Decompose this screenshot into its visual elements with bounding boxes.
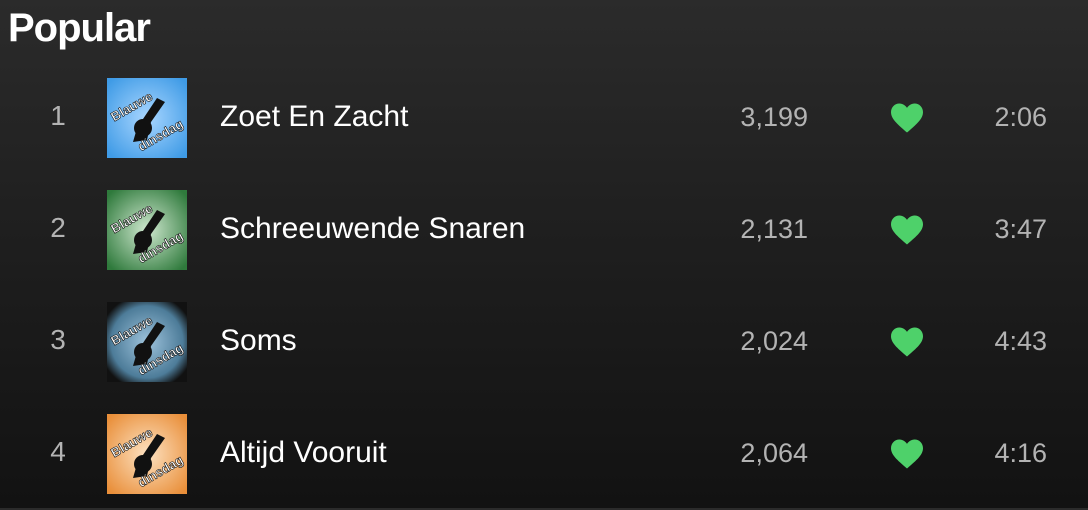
album-cover[interactable]: Blauwe dinsdag xyxy=(107,190,187,270)
track-row[interactable]: 3 Blauwe dinsdag Soms 2,024 4:43 xyxy=(0,286,1088,398)
track-row[interactable]: 4 Blauwe dinsdag Altijd Vooruit 2,064 4:… xyxy=(0,398,1088,510)
track-title[interactable]: Altijd Vooruit xyxy=(220,436,387,470)
album-cover[interactable]: Blauwe dinsdag xyxy=(107,414,187,494)
track-title[interactable]: Zoet En Zacht xyxy=(220,100,408,134)
heart-icon[interactable] xyxy=(889,102,925,134)
track-row[interactable]: 2 Blauwe dinsdag Schreeuwende Snaren 2,1… xyxy=(0,174,1088,286)
track-list: 1 Blauwe dinsdag Zoet En Zacht 3,199 2:0… xyxy=(0,62,1088,510)
heart-icon[interactable] xyxy=(889,214,925,246)
track-duration: 4:16 xyxy=(994,438,1047,468)
track-title[interactable]: Schreeuwende Snaren xyxy=(220,212,525,246)
track-number: 1 xyxy=(50,100,66,131)
track-title[interactable]: Soms xyxy=(220,324,297,358)
album-cover[interactable]: Blauwe dinsdag xyxy=(107,302,187,382)
heart-icon[interactable] xyxy=(889,438,925,470)
play-count: 2,131 xyxy=(740,214,808,244)
band-logo-icon: Blauwe dinsdag xyxy=(107,190,187,270)
play-count: 3,199 xyxy=(740,102,808,132)
play-count: 2,024 xyxy=(740,326,808,356)
track-duration: 3:47 xyxy=(994,214,1047,244)
track-duration: 2:06 xyxy=(994,102,1047,132)
heart-icon[interactable] xyxy=(889,326,925,358)
album-cover[interactable]: Blauwe dinsdag xyxy=(107,78,187,158)
band-logo-icon: Blauwe dinsdag xyxy=(107,414,187,494)
track-number: 4 xyxy=(50,436,66,467)
track-row[interactable]: 1 Blauwe dinsdag Zoet En Zacht 3,199 2:0… xyxy=(0,62,1088,174)
band-logo-icon: Blauwe dinsdag xyxy=(107,78,187,158)
track-number: 2 xyxy=(50,212,66,243)
section-title: Popular xyxy=(8,6,151,50)
track-duration: 4:43 xyxy=(994,326,1047,356)
band-logo-icon: Blauwe dinsdag xyxy=(107,302,187,382)
play-count: 2,064 xyxy=(740,438,808,468)
track-number: 3 xyxy=(50,324,66,355)
